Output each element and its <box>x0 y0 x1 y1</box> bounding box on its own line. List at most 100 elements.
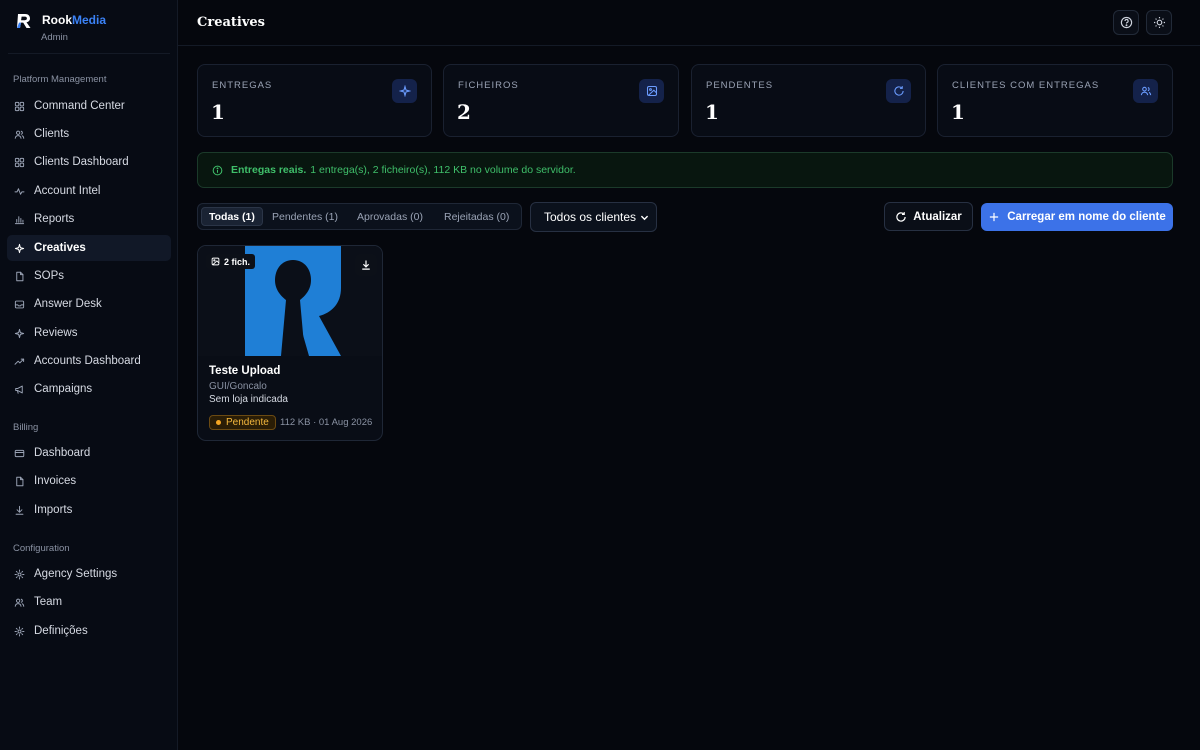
sidebar-item-campaigns[interactable]: Campaigns <box>7 376 171 402</box>
chevron-down-icon <box>640 215 649 221</box>
status-badge: Pendente <box>209 415 276 430</box>
status-dot <box>216 420 221 425</box>
brand-role: Admin <box>41 32 68 43</box>
brand-name: RookMedia <box>42 13 107 27</box>
top-header: Creatives <box>178 0 1200 46</box>
sidebar-item-label: Clients <box>34 128 70 140</box>
sidebar-item-label: Campaigns <box>34 383 93 395</box>
sidebar-item-invoices[interactable]: Invoices <box>7 468 171 494</box>
sidebar-item-label: Definições <box>34 625 88 637</box>
sidebar-item-account-intel[interactable]: Account Intel <box>7 178 171 204</box>
tab-todas[interactable]: Todas (1) <box>201 207 263 226</box>
page-title: Creatives <box>197 15 265 30</box>
info-alert: Entregas reais. 1 entrega(s), 2 ficheiro… <box>197 152 1173 188</box>
tab-aprovadas[interactable]: Aprovadas (0) <box>350 207 430 226</box>
files-count-badge: 2 fich. <box>206 254 256 269</box>
theme-toggle-button[interactable] <box>1146 10 1172 35</box>
info-icon <box>212 165 223 175</box>
sparkle-icon <box>13 242 25 254</box>
creative-title: Teste Upload <box>209 365 281 377</box>
gear-icon <box>13 568 25 580</box>
download-icon <box>13 504 25 516</box>
refresh-icon <box>896 211 906 222</box>
files-count-label: 2 fich. <box>224 256 251 267</box>
image-icon <box>639 79 664 103</box>
card-icon <box>13 447 25 459</box>
client-filter-select[interactable]: Todos os clientes <box>530 202 657 232</box>
users-icon <box>13 596 25 608</box>
sidebar-item-accounts-dashboard[interactable]: Accounts Dashboard <box>7 348 171 374</box>
sidebar-item-imports[interactable]: Imports <box>7 497 171 523</box>
alert-text: 1 entrega(s), 2 ficheiro(s), 112 KB no v… <box>310 164 576 176</box>
sidebar-item-label: Agency Settings <box>34 568 118 580</box>
sidebar-item-reviews[interactable]: Reviews <box>7 320 171 346</box>
help-icon <box>1120 16 1132 29</box>
sidebar-item-label: Dashboard <box>34 447 91 459</box>
users-icon <box>1133 79 1158 103</box>
creative-card[interactable]: 2 fich. Teste Upload GUI/Goncalo Sem loj… <box>197 245 383 441</box>
sidebar-item-label: Clients Dashboard <box>34 156 129 168</box>
sidebar-item-label: Imports <box>34 504 73 516</box>
creative-thumbnail[interactable]: 2 fich. <box>198 246 382 356</box>
download-button[interactable] <box>355 254 377 276</box>
client-filter-value: Todos os clientes <box>544 210 637 224</box>
sidebar-item-label: Team <box>34 596 63 608</box>
stat-label: PENDENTES <box>706 80 774 91</box>
stat-card-clientes: CLIENTES COM ENTREGAS 1 <box>937 64 1173 137</box>
sun-icon <box>1153 16 1165 29</box>
sidebar-item-definições[interactable]: Definições <box>7 618 171 644</box>
stat-value: 2 <box>457 100 471 124</box>
bar-chart-icon <box>13 213 25 225</box>
users-icon <box>13 128 25 140</box>
sidebar-item-label: Invoices <box>34 475 77 487</box>
tab-pendentes[interactable]: Pendentes (1) <box>265 207 345 226</box>
stat-label: CLIENTES COM ENTREGAS <box>952 80 1100 91</box>
tab-rejeitadas[interactable]: Rejeitadas (0) <box>437 207 516 226</box>
sidebar-item-label: Answer Desk <box>34 298 102 310</box>
upload-label: Carregar em nome do cliente <box>1007 211 1166 223</box>
sidebar-item-team[interactable]: Team <box>7 589 171 615</box>
stat-value: 1 <box>211 100 225 124</box>
refresh-button[interactable]: Atualizar <box>884 202 973 231</box>
stat-card-ficheiros: FICHEIROS 2 <box>443 64 679 137</box>
creative-store: Sem loja indicada <box>209 394 288 405</box>
sidebar-item-sops[interactable]: SOPs <box>7 263 171 289</box>
gear-icon <box>13 625 25 637</box>
sidebar-item-clients[interactable]: Clients <box>7 121 171 147</box>
brand[interactable]: RookMedia Admin <box>14 12 174 46</box>
megaphone-icon <box>13 383 25 395</box>
stat-label: ENTREGAS <box>212 80 273 91</box>
refresh-icon <box>886 79 911 103</box>
sidebar-item-label: Creatives <box>34 242 86 254</box>
help-button[interactable] <box>1113 10 1139 35</box>
sidebar-item-label: Reviews <box>34 327 78 339</box>
refresh-label: Atualizar <box>913 210 962 223</box>
sidebar-item-creatives[interactable]: Creatives <box>7 235 171 261</box>
creative-meta: 112 KB · 01 Aug 2026 <box>280 417 373 428</box>
grid-icon <box>13 100 25 112</box>
activity-icon <box>13 185 25 197</box>
sidebar-item-answer-desk[interactable]: Answer Desk <box>7 291 171 317</box>
section-title-platform: Platform Management <box>13 74 107 85</box>
stat-value: 1 <box>951 100 965 124</box>
download-icon <box>362 260 370 270</box>
stat-card-entregas: ENTREGAS 1 <box>197 64 432 137</box>
rookmedia-logo-icon <box>17 14 31 28</box>
creative-client: GUI/Goncalo <box>209 381 267 392</box>
upload-on-behalf-button[interactable]: Carregar em nome do cliente <box>981 203 1173 231</box>
sparkle-icon <box>13 327 25 339</box>
stat-value: 1 <box>705 100 719 124</box>
sparkle-icon <box>392 79 417 103</box>
sidebar-item-label: Command Center <box>34 100 125 112</box>
sidebar-item-reports[interactable]: Reports <box>7 206 171 232</box>
divider <box>8 53 170 54</box>
sidebar-item-agency-settings[interactable]: Agency Settings <box>7 561 171 587</box>
sidebar-item-dashboard[interactable]: Dashboard <box>7 440 171 466</box>
inbox-icon <box>13 298 25 310</box>
section-title-configuration: Configuration <box>13 543 70 554</box>
image-icon <box>211 257 220 266</box>
sidebar-item-label: Reports <box>34 213 75 225</box>
sidebar-item-command-center[interactable]: Command Center <box>7 93 171 119</box>
sidebar-item-clients-dashboard[interactable]: Clients Dashboard <box>7 149 171 175</box>
grid-icon <box>13 156 25 168</box>
